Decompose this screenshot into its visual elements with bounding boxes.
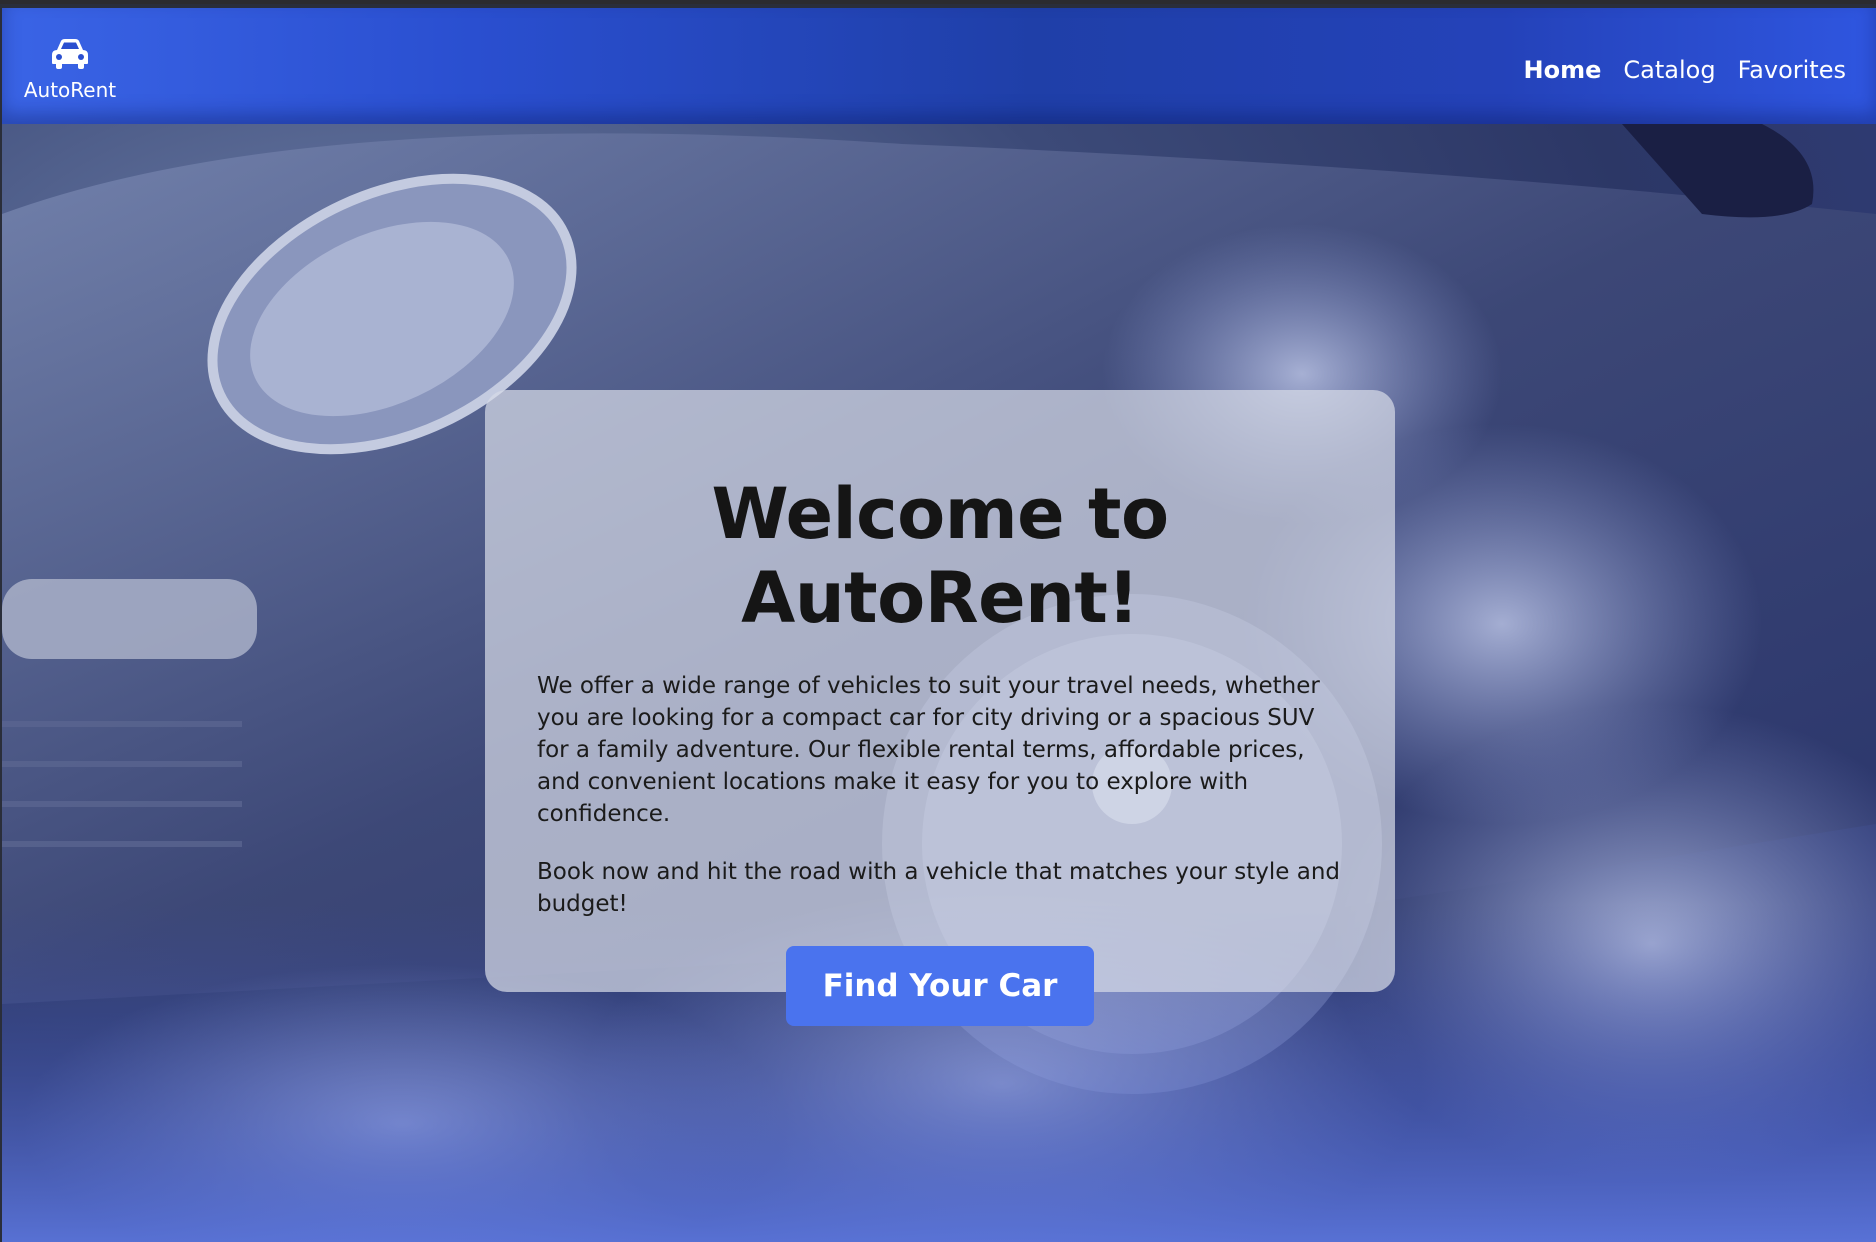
find-your-car-button[interactable]: Find Your Car <box>786 946 1094 1026</box>
hero-section: Welcome to AutoRent! We offer a wide ran… <box>2 124 1876 1242</box>
welcome-title: Welcome to AutoRent! <box>711 473 1169 639</box>
nav-home[interactable]: Home <box>1524 56 1602 84</box>
nav-catalog[interactable]: Catalog <box>1623 56 1715 84</box>
app-window: AutoRent Home Catalog Favorites Welcome … <box>0 0 1876 1242</box>
logo[interactable]: AutoRent <box>22 28 118 108</box>
main-nav: Home Catalog Favorites <box>1524 56 1846 84</box>
car-icon <box>52 39 88 69</box>
booking-paragraph: Book now and hit the road with a vehicle… <box>537 859 1340 917</box>
top-navbar: AutoRent Home Catalog Favorites <box>2 8 1876 124</box>
logo-text: AutoRent <box>23 78 117 102</box>
nav-favorites[interactable]: Favorites <box>1738 56 1846 84</box>
intro-paragraph: We offer a wide range of vehicles to sui… <box>537 673 1320 827</box>
welcome-card: Welcome to AutoRent! We offer a wide ran… <box>485 390 1395 1026</box>
